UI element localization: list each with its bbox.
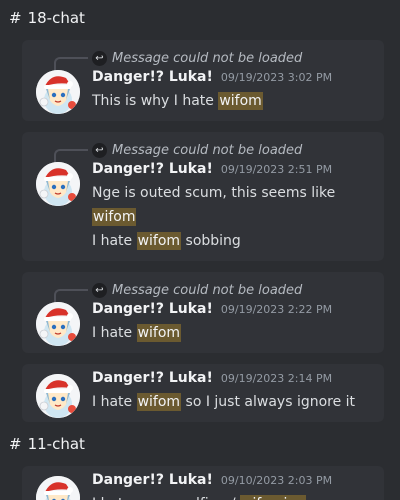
avatar[interactable] xyxy=(36,374,80,418)
message-card[interactable]: ↩ Message could not be loaded Danger!? L… xyxy=(22,40,384,121)
avatar-image xyxy=(36,162,80,206)
text-segment: so I just always ignore it xyxy=(181,394,356,410)
search-highlight: wifom xyxy=(136,232,182,250)
message-header: Danger!? Luka! 09/19/2023 2:51 PM xyxy=(92,161,374,181)
text-segment: I hate xyxy=(92,394,137,410)
channel-name: 11-chat xyxy=(27,435,85,453)
channel-name: 18-chat xyxy=(27,9,85,27)
search-results-panel: # 18-chat ↩ Message could not be loaded … xyxy=(0,4,400,500)
message-card[interactable]: Danger!? Luka! 09/19/2023 2:14 PM I hate w… xyxy=(22,364,384,422)
username[interactable]: Danger!? Luka! xyxy=(92,69,213,85)
avatar-image xyxy=(36,302,80,346)
reply-arrow-icon: ↩ xyxy=(92,142,107,158)
message-text: I hate wifom so I just always ignore it xyxy=(92,390,374,414)
reply-arrow-icon: ↩ xyxy=(92,282,107,298)
message-text: This is why I hate wifom xyxy=(92,89,374,113)
reply-preview[interactable]: ↩ Message could not be loaded xyxy=(54,49,374,71)
username[interactable]: Danger!? Luka! xyxy=(92,161,213,177)
reply-text: Message could not be loaded xyxy=(112,50,303,66)
message-text: I hate open wolfing / wifoming xyxy=(92,492,374,500)
timestamp: 09/19/2023 3:02 PM xyxy=(220,71,333,84)
search-highlight: wifom xyxy=(136,393,182,411)
timestamp: 09/19/2023 2:51 PM xyxy=(220,163,333,176)
message-text: Nge is outed scum, this seems like wifom xyxy=(92,181,374,229)
reply-text: Message could not be loaded xyxy=(112,282,303,298)
reply-connector xyxy=(54,57,88,71)
avatar[interactable] xyxy=(36,476,80,500)
reply-preview[interactable]: ↩ Message could not be loaded xyxy=(54,281,374,303)
avatar[interactable] xyxy=(36,162,80,206)
avatar-image xyxy=(36,374,80,418)
reply-text: Message could not be loaded xyxy=(112,142,303,158)
search-highlight: wifom xyxy=(218,92,263,110)
username[interactable]: Danger!? Luka! xyxy=(92,472,213,488)
hash-icon: # xyxy=(9,435,22,453)
reply-connector xyxy=(54,289,88,303)
hash-icon: # xyxy=(9,9,22,27)
avatar-image xyxy=(36,476,80,500)
timestamp: 09/19/2023 2:22 PM xyxy=(220,303,333,316)
message-header: Danger!? Luka! 09/19/2023 2:14 PM xyxy=(92,370,374,390)
avatar[interactable] xyxy=(36,302,80,346)
search-highlight: wifom xyxy=(136,324,182,342)
timestamp: 09/10/2023 2:03 PM xyxy=(220,474,333,487)
reply-preview[interactable]: ↩ Message could not be loaded xyxy=(54,141,374,163)
search-highlight: wifoming xyxy=(240,495,307,500)
message-header: Danger!? Luka! 09/19/2023 3:02 PM xyxy=(92,69,374,89)
text-segment: Nge is outed scum, this seems like xyxy=(92,185,336,201)
reply-arrow-icon: ↩ xyxy=(92,50,107,66)
channel-header[interactable]: # 11-chat xyxy=(9,430,384,458)
avatar[interactable] xyxy=(36,70,80,114)
text-segment: sobbing xyxy=(181,233,241,249)
username[interactable]: Danger!? Luka! xyxy=(92,370,213,386)
text-segment: I hate xyxy=(92,233,137,249)
message-header: Danger!? Luka! 09/19/2023 2:22 PM xyxy=(92,301,374,321)
message-text: I hate wifom sobbing xyxy=(92,229,374,253)
timestamp: 09/19/2023 2:14 PM xyxy=(220,372,333,385)
reply-connector xyxy=(54,149,88,163)
message-card[interactable]: ↩ Message could not be loaded Danger!? L… xyxy=(22,272,384,353)
username[interactable]: Danger!? Luka! xyxy=(92,301,213,317)
message-card[interactable]: Danger!? Luka! 09/10/2023 2:03 PM I hate o… xyxy=(22,466,384,500)
search-highlight: wifom xyxy=(92,208,137,226)
message-card[interactable]: ↩ Message could not be loaded Danger!? L… xyxy=(22,132,384,261)
message-header: Danger!? Luka! 09/10/2023 2:03 PM xyxy=(92,472,374,492)
avatar-image xyxy=(36,70,80,114)
channel-header[interactable]: # 18-chat xyxy=(9,4,384,32)
text-segment: This is why I hate xyxy=(92,93,219,109)
message-text: I hate wifom xyxy=(92,321,374,345)
text-segment: I hate xyxy=(92,325,137,341)
text-segment: I hate open wolfing / xyxy=(92,496,240,500)
